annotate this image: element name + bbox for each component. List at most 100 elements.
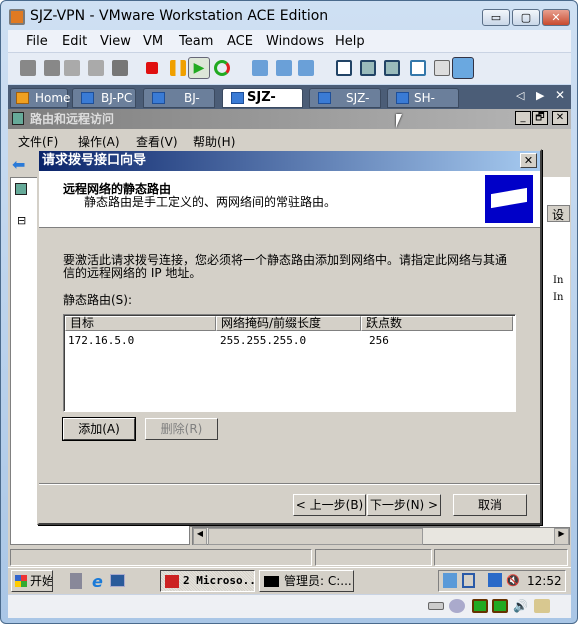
- mmc-title: 路由和远程访问: [8, 109, 571, 129]
- menu-team[interactable]: Team: [179, 34, 213, 49]
- tray-connection-icon[interactable]: [488, 573, 502, 587]
- detail-row: In: [553, 275, 564, 286]
- message-log-icon[interactable]: [534, 599, 550, 613]
- sidebar-view-icon[interactable]: [336, 60, 352, 76]
- tree-toggle[interactable]: ⊟: [17, 214, 26, 227]
- snapshot-icon[interactable]: [20, 60, 36, 76]
- delete-button[interactable]: 删除(R): [145, 418, 218, 440]
- network-adapter-icon[interactable]: [472, 599, 488, 613]
- menu-windows[interactable]: Windows: [266, 34, 324, 49]
- console-view-icon[interactable]: [452, 57, 474, 79]
- window-title: SJZ-VPN - VMware Workstation ACE Edition: [30, 8, 329, 24]
- console-icon[interactable]: [112, 60, 128, 76]
- vm-icon: [396, 92, 409, 104]
- snapshot2-icon[interactable]: [44, 60, 60, 76]
- vm-icon: [81, 92, 94, 104]
- tray-volume-muted-icon[interactable]: 🔇: [506, 574, 520, 587]
- vm-icon: [152, 92, 165, 104]
- column-header-destination[interactable]: 目标: [65, 316, 216, 331]
- tab-close-icon[interactable]: ✕: [555, 88, 565, 102]
- route-destination[interactable]: 172.16.5.0: [68, 334, 134, 347]
- mmc-menu-view[interactable]: 查看(V): [136, 133, 178, 150]
- tab-bj-vpn[interactable]: BJ-VPN: [143, 88, 215, 123]
- instructions-text: 要激活此请求拨号连接，您必须将一个静态路由添加到网络中。请指定此网络与其通信的远…: [63, 253, 508, 280]
- taskbar-cmd[interactable]: 管理员: C:...: [259, 570, 354, 592]
- add-button[interactable]: 添加(A): [63, 418, 135, 440]
- tab-sjz-vpn[interactable]: SJZ-VPN: [222, 88, 303, 123]
- next-button[interactable]: 下一步(N) >: [367, 494, 441, 516]
- detail-row: In: [553, 292, 564, 303]
- separator: [39, 483, 540, 485]
- tab-sh-vpn[interactable]: SH-VPN: [387, 88, 459, 123]
- task-label: 2 Microso...: [183, 574, 255, 587]
- vmware-logo-icon: [9, 9, 25, 25]
- tray-network-icon[interactable]: [443, 573, 457, 588]
- minimize-button[interactable]: ▭: [482, 9, 510, 26]
- stop-icon[interactable]: [146, 62, 158, 74]
- play-icon[interactable]: ▶: [188, 57, 210, 79]
- back-arrow-icon[interactable]: ⬅: [12, 155, 25, 174]
- tray-vmware-icon[interactable]: [462, 573, 475, 588]
- static-routes-label: 静态路由(S):: [63, 293, 133, 307]
- dialog-close-button[interactable]: ✕: [520, 153, 537, 168]
- tab-sjz-pc[interactable]: SJZ-PC: [309, 88, 381, 123]
- usb-icon[interactable]: [88, 60, 104, 76]
- settings-icon[interactable]: [410, 60, 426, 76]
- mmc-close-button[interactable]: ✕: [552, 111, 568, 125]
- dialog-title: 请求拨号接口向导: [39, 151, 540, 171]
- mmc-menu-file[interactable]: 文件(F): [18, 133, 58, 150]
- status-cell: [315, 549, 432, 566]
- take-snapshot-icon[interactable]: [252, 60, 268, 76]
- mmc-restore-button[interactable]: 🗗: [532, 111, 548, 125]
- quick-switch-icon[interactable]: [384, 60, 400, 76]
- maximize-button[interactable]: ▢: [512, 9, 540, 26]
- network-adapter2-icon[interactable]: [492, 599, 508, 613]
- revert-snapshot-icon[interactable]: [276, 60, 292, 76]
- mmc-menu-action[interactable]: 操作(A): [78, 133, 120, 150]
- scroll-right-button[interactable]: ▶: [554, 528, 569, 545]
- cdrom-icon[interactable]: [449, 599, 465, 613]
- mmc-menu-help[interactable]: 帮助(H): [193, 133, 235, 150]
- tab-prev-icon[interactable]: ◁: [516, 89, 524, 102]
- close-button[interactable]: ✕: [542, 9, 570, 26]
- back-button[interactable]: < 上一步(B): [293, 494, 366, 516]
- taskbar-microsoft-group[interactable]: 2 Microso... ▾: [160, 570, 255, 592]
- tab-home[interactable]: Home: [10, 88, 71, 108]
- cancel-button[interactable]: 取消: [453, 494, 527, 516]
- scroll-thumb[interactable]: [208, 528, 423, 545]
- menu-edit[interactable]: Edit: [62, 34, 87, 49]
- scroll-left-button[interactable]: ◀: [193, 528, 207, 545]
- tab-label: Home: [35, 91, 71, 105]
- sound-icon[interactable]: 🔊: [513, 599, 528, 613]
- start-button[interactable]: 开始: [11, 570, 53, 592]
- menu-ace[interactable]: ACE: [227, 34, 253, 49]
- menu-view[interactable]: View: [100, 34, 131, 49]
- start-label: 开始: [30, 574, 53, 588]
- route-netmask[interactable]: 255.255.255.0: [220, 334, 306, 347]
- task-label: 管理员: C:...: [284, 574, 352, 588]
- hdd-icon[interactable]: [428, 602, 444, 610]
- ie-icon[interactable]: e: [92, 572, 103, 591]
- column-header[interactable]: 设: [547, 205, 570, 222]
- reset-icon[interactable]: [214, 60, 230, 76]
- column-header-netmask[interactable]: 网络掩码/前缀长度: [216, 316, 361, 331]
- snapshot-manager-icon[interactable]: [298, 60, 314, 76]
- menu-help[interactable]: Help: [335, 34, 365, 49]
- column-header-metric[interactable]: 跃点数: [361, 316, 513, 331]
- mmc-minimize-button[interactable]: _: [515, 111, 531, 125]
- tab-next-icon[interactable]: ▶: [536, 89, 544, 102]
- clock: 12:52: [527, 574, 562, 588]
- device-icon[interactable]: [64, 60, 80, 76]
- show-desktop-icon[interactable]: [110, 574, 125, 587]
- summary-icon[interactable]: [434, 60, 450, 76]
- menu-file[interactable]: File: [26, 34, 48, 49]
- pause-icon[interactable]: [170, 60, 186, 76]
- menu-vm[interactable]: VM: [143, 34, 163, 49]
- tab-label: BJ-PC: [101, 91, 133, 105]
- tab-bj-pc[interactable]: BJ-PC: [72, 88, 136, 108]
- route-metric[interactable]: 256: [369, 334, 389, 347]
- mouse-cursor-icon: [396, 114, 402, 128]
- server-manager-icon[interactable]: [70, 573, 82, 589]
- fullscreen-icon[interactable]: [360, 60, 376, 76]
- vm-icon: [318, 92, 331, 104]
